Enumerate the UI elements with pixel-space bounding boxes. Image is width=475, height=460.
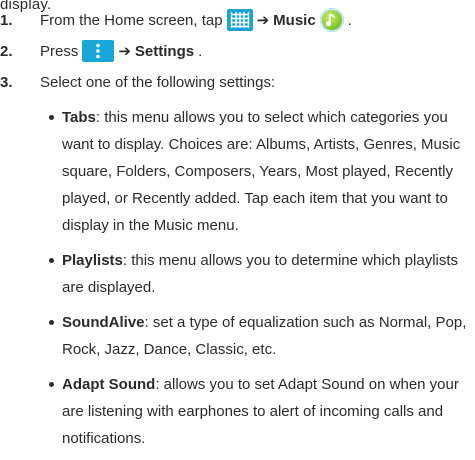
step-text: Press ➔ Settings . [40,40,202,62]
step-text: Select one of the following settings: [40,74,275,91]
arrow-icon: ➔ [256,12,270,29]
menu-target: Settings [134,42,195,60]
step-number: 2. [0,42,13,60]
setting-item-soundalive: SoundAlive: set a type of equalization s… [48,309,468,363]
apps-grid-icon [226,9,253,31]
setting-item-adapt-sound: Adapt Sound: allows you to set Adapt Sou… [48,371,468,452]
step-1: 1. From the Home screen, tap ➔ Music . [0,8,475,32]
punctuation: . [198,42,203,60]
step-instruction: From the Home screen, tap [40,11,223,29]
music-app-icon [319,8,344,32]
setting-term: Playlists [62,252,123,269]
step-2: 2. Press ➔ Settings . [0,40,475,62]
arrow-icon: ➔ [118,43,131,60]
punctuation: . [347,11,352,29]
menu-target: Music [273,11,316,29]
step-3: 3. Select one of the following settings: [0,71,475,93]
setting-item-tabs: Tabs: this menu allows you to select whi… [48,104,468,239]
setting-item-playlists: Playlists: this menu allows you to deter… [48,247,468,301]
menu-icon [82,40,115,62]
setting-term: Tabs [62,109,96,126]
setting-description: : this menu allows you to select which c… [62,109,461,234]
setting-term: Adapt Sound [62,376,156,393]
step-instruction: Press [40,42,79,60]
settings-list: Tabs: this menu allows you to select whi… [48,104,468,460]
step-number: 3. [0,73,13,91]
step-text: From the Home screen, tap ➔ Music . [40,8,352,32]
step-number: 1. [0,11,13,29]
setting-term: SoundAlive [62,314,145,331]
step-instruction: Select one of the following settings: [40,73,276,91]
